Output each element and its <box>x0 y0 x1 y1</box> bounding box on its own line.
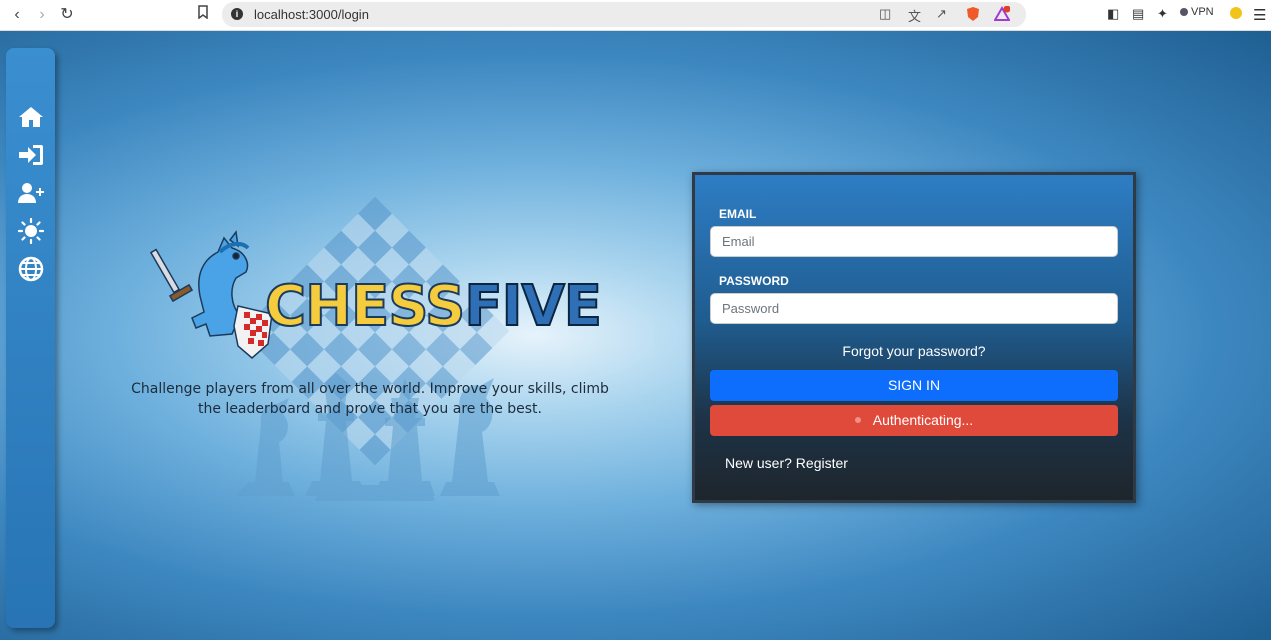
sidebar-item-login[interactable] <box>17 141 45 169</box>
home-icon <box>19 107 43 127</box>
leo-ai-icon[interactable]: ✦ <box>1157 6 1168 22</box>
vpn-label: VPN <box>1191 6 1214 18</box>
user-plus-icon <box>18 183 44 203</box>
vpn-button[interactable]: VPN <box>1180 6 1214 18</box>
globe-icon <box>18 256 44 282</box>
sidebar <box>6 48 55 628</box>
reload-icon[interactable]: ↻ <box>57 5 77 25</box>
extension-icon[interactable] <box>1229 6 1243 23</box>
sidebar-item-theme[interactable] <box>17 217 45 245</box>
spinner-icon <box>854 417 861 423</box>
share-icon[interactable]: ↗ <box>936 6 947 22</box>
wallet-icon[interactable]: ▤ <box>1132 6 1144 22</box>
email-field[interactable] <box>710 226 1118 257</box>
brand-logo-text: CHESSFIVE <box>264 273 603 340</box>
address-bar[interactable]: i localhost:3000/login ◫ 文 ↗ <box>222 2 1026 27</box>
sign-in-icon <box>19 145 43 165</box>
bookmark-icon[interactable] <box>193 5 213 25</box>
brand-name-part2: FIVE <box>463 273 603 340</box>
cast-icon[interactable]: ◫ <box>879 6 891 22</box>
password-label: PASSWORD <box>719 274 789 288</box>
forward-icon[interactable]: › <box>32 5 52 25</box>
sun-icon <box>18 218 44 244</box>
brave-shield-icon[interactable] <box>966 6 980 25</box>
password-field[interactable] <box>710 293 1118 324</box>
sidebar-item-language[interactable] <box>17 255 45 283</box>
login-page: CHESSFIVE Challenge players from all ove… <box>0 31 1271 640</box>
authenticating-button[interactable]: Authenticating... <box>710 405 1118 436</box>
brave-rewards-icon[interactable] <box>993 5 1011 25</box>
translate-icon[interactable]: 文 <box>908 6 921 25</box>
forgot-password-link[interactable]: Forgot your password? <box>695 343 1133 359</box>
site-info-icon[interactable]: i <box>231 8 243 20</box>
brand-name-part1: CHESS <box>264 273 466 340</box>
authenticating-label: Authenticating... <box>872 412 974 428</box>
register-link[interactable]: New user? Register <box>725 455 848 471</box>
menu-icon[interactable]: ☰ <box>1253 6 1266 24</box>
url-text: localhost:3000/login <box>254 7 369 22</box>
vpn-status-icon <box>1180 8 1188 16</box>
email-label: EMAIL <box>719 207 757 221</box>
tagline: Challenge players from all over the worl… <box>131 381 609 417</box>
sign-in-button[interactable]: SIGN IN <box>710 370 1118 401</box>
sidebar-item-register[interactable] <box>17 179 45 207</box>
login-form: EMAIL PASSWORD Forgot your password? SIG… <box>692 172 1136 503</box>
browser-toolbar: ‹ › ↻ i localhost:3000/login ◫ 文 ↗ ◧ ▤ ✦… <box>0 0 1271 31</box>
sidebar-item-home[interactable] <box>17 103 45 131</box>
sidebar-toggle-icon[interactable]: ◧ <box>1107 6 1119 22</box>
back-icon[interactable]: ‹ <box>7 5 27 25</box>
